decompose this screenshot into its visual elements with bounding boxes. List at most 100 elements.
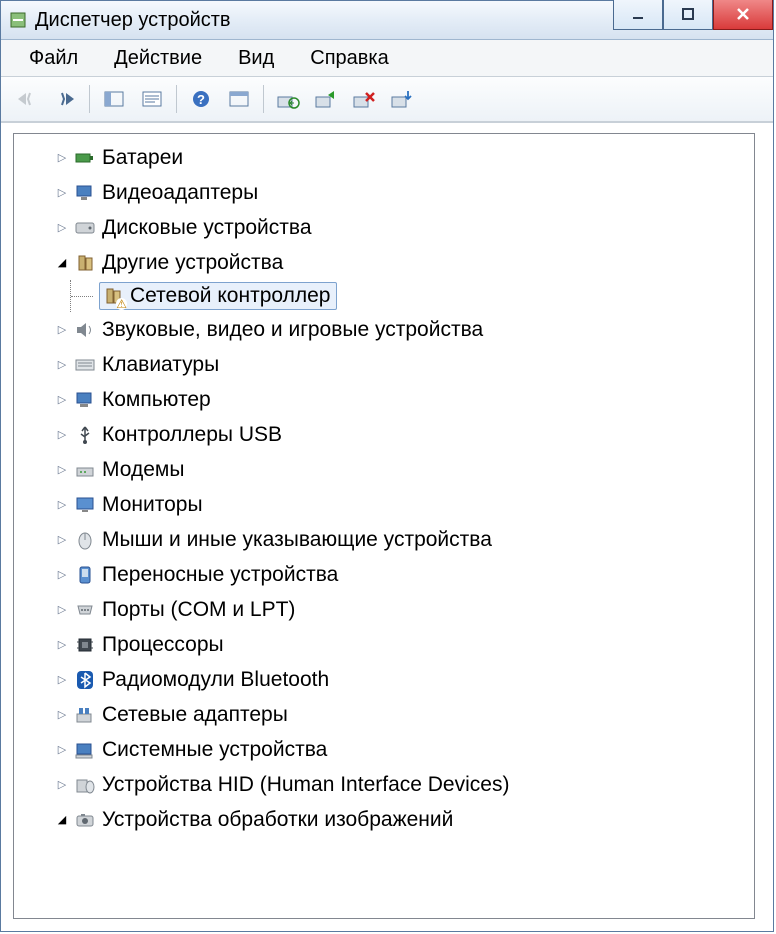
view-button[interactable] xyxy=(221,81,257,117)
tree-item-imaging-devices[interactable]: Устройства обработки изображений xyxy=(20,802,752,837)
title-bar[interactable]: Диспетчер устройств xyxy=(1,1,773,40)
svg-text:?: ? xyxy=(197,92,205,107)
expand-icon[interactable] xyxy=(54,567,70,583)
expand-icon[interactable] xyxy=(54,777,70,793)
portable-device-icon xyxy=(74,564,96,586)
tree-item-hid-devices[interactable]: Устройства HID (Human Interface Devices) xyxy=(20,767,752,802)
menu-view[interactable]: Вид xyxy=(220,43,292,74)
tree-label: Порты (COM и LPT) xyxy=(102,598,295,622)
forward-button[interactable] xyxy=(47,81,83,117)
usb-icon xyxy=(74,424,96,446)
scan-hardware-button[interactable] xyxy=(384,81,420,117)
enable-device-button[interactable] xyxy=(308,81,344,117)
imaging-device-icon xyxy=(74,809,96,831)
processor-icon xyxy=(74,634,96,656)
tree-label: Звуковые, видео и игровые устройства xyxy=(102,318,483,342)
tree-child-connector: Сетевой контроллер xyxy=(70,280,752,312)
menu-help[interactable]: Справка xyxy=(292,43,406,74)
expand-icon[interactable] xyxy=(54,742,70,758)
tree-label: Системные устройства xyxy=(102,738,327,762)
tree-item-ports[interactable]: Порты (COM и LPT) xyxy=(20,592,752,627)
tree-label: Устройства HID (Human Interface Devices) xyxy=(102,773,509,797)
update-driver-button[interactable] xyxy=(270,81,306,117)
tree-item-processors[interactable]: Процессоры xyxy=(20,627,752,662)
show-hide-console-button[interactable] xyxy=(96,81,132,117)
tree-item-batteries[interactable]: Батареи xyxy=(20,140,752,175)
separator-icon xyxy=(176,85,177,113)
tree-label: Переносные устройства xyxy=(102,563,338,587)
network-adapter-icon xyxy=(74,704,96,726)
window-buttons xyxy=(613,0,773,30)
tree-item-disk-drives[interactable]: Дисковые устройства xyxy=(20,210,752,245)
tree-item-monitors[interactable]: Мониторы xyxy=(20,487,752,522)
tree-item-portable-devices[interactable]: Переносные устройства xyxy=(20,557,752,592)
tree-item-mice[interactable]: Мыши и иные указывающие устройства xyxy=(20,522,752,557)
device-tree[interactable]: Батареи Видеоадаптеры Дисковые устройств… xyxy=(14,134,754,918)
tree-label: Мониторы xyxy=(102,493,203,517)
tree-label: Компьютер xyxy=(102,388,211,412)
hid-icon xyxy=(74,774,96,796)
tree-item-system-devices[interactable]: Системные устройства xyxy=(20,732,752,767)
bluetooth-icon xyxy=(74,669,96,691)
collapse-icon[interactable] xyxy=(54,255,70,271)
menu-action[interactable]: Действие xyxy=(96,43,220,74)
expand-icon[interactable] xyxy=(54,532,70,548)
tree-label: Клавиатуры xyxy=(102,353,219,377)
properties-button[interactable] xyxy=(134,81,170,117)
tree-item-other-devices[interactable]: Другие устройства xyxy=(20,245,752,280)
expand-icon[interactable] xyxy=(54,497,70,513)
tree-label: Другие устройства xyxy=(102,251,283,275)
content-area: Батареи Видеоадаптеры Дисковые устройств… xyxy=(1,122,773,931)
expand-icon[interactable] xyxy=(54,672,70,688)
tree-item-computer[interactable]: Компьютер xyxy=(20,382,752,417)
expand-icon[interactable] xyxy=(54,150,70,166)
expand-icon[interactable] xyxy=(54,357,70,373)
keyboard-icon xyxy=(74,354,96,376)
maximize-button[interactable] xyxy=(663,0,713,30)
tree-label: Видеоадаптеры xyxy=(102,181,258,205)
back-button[interactable] xyxy=(9,81,45,117)
toolbar: ? xyxy=(1,77,773,122)
expand-icon[interactable] xyxy=(54,707,70,723)
minimize-button[interactable] xyxy=(613,0,663,30)
tree-label: Мыши и иные указывающие устройства xyxy=(102,528,492,552)
tree-label: Сетевой контроллер xyxy=(130,284,330,308)
expand-icon[interactable] xyxy=(54,637,70,653)
tree-item-bluetooth[interactable]: Радиомодули Bluetooth xyxy=(20,662,752,697)
menu-bar: Файл Действие Вид Справка xyxy=(1,40,773,77)
uninstall-device-button[interactable] xyxy=(346,81,382,117)
tree-item-network-controller[interactable]: Сетевой контроллер xyxy=(99,282,337,310)
expand-icon[interactable] xyxy=(54,392,70,408)
tree-label: Контроллеры USB xyxy=(102,423,282,447)
expand-icon[interactable] xyxy=(54,602,70,618)
unknown-device-icon xyxy=(102,285,124,307)
expand-icon[interactable] xyxy=(54,220,70,236)
tree-item-modems[interactable]: Модемы xyxy=(20,452,752,487)
port-icon xyxy=(74,599,96,621)
help-button[interactable]: ? xyxy=(183,81,219,117)
separator-icon xyxy=(263,85,264,113)
tree-item-display-adapters[interactable]: Видеоадаптеры xyxy=(20,175,752,210)
separator-icon xyxy=(89,85,90,113)
expand-icon[interactable] xyxy=(54,322,70,338)
menu-file[interactable]: Файл xyxy=(11,43,96,74)
tree-item-network-adapters[interactable]: Сетевые адаптеры xyxy=(20,697,752,732)
expand-icon[interactable] xyxy=(54,185,70,201)
tree-label: Дисковые устройства xyxy=(102,216,312,240)
collapse-icon[interactable] xyxy=(54,812,70,828)
modem-icon xyxy=(74,459,96,481)
battery-icon xyxy=(74,147,96,169)
disk-drive-icon xyxy=(74,217,96,239)
tree-label: Устройства обработки изображений xyxy=(102,808,453,832)
expand-icon[interactable] xyxy=(54,462,70,478)
tree-label: Сетевые адаптеры xyxy=(102,703,288,727)
tree-item-sound-video-game[interactable]: Звуковые, видео и игровые устройства xyxy=(20,312,752,347)
tree-label: Модемы xyxy=(102,458,184,482)
tree-item-keyboards[interactable]: Клавиатуры xyxy=(20,347,752,382)
sound-icon xyxy=(74,319,96,341)
tree-label: Батареи xyxy=(102,146,183,170)
expand-icon[interactable] xyxy=(54,427,70,443)
close-button[interactable] xyxy=(713,0,773,30)
app-icon xyxy=(9,11,27,29)
tree-item-usb-controllers[interactable]: Контроллеры USB xyxy=(20,417,752,452)
